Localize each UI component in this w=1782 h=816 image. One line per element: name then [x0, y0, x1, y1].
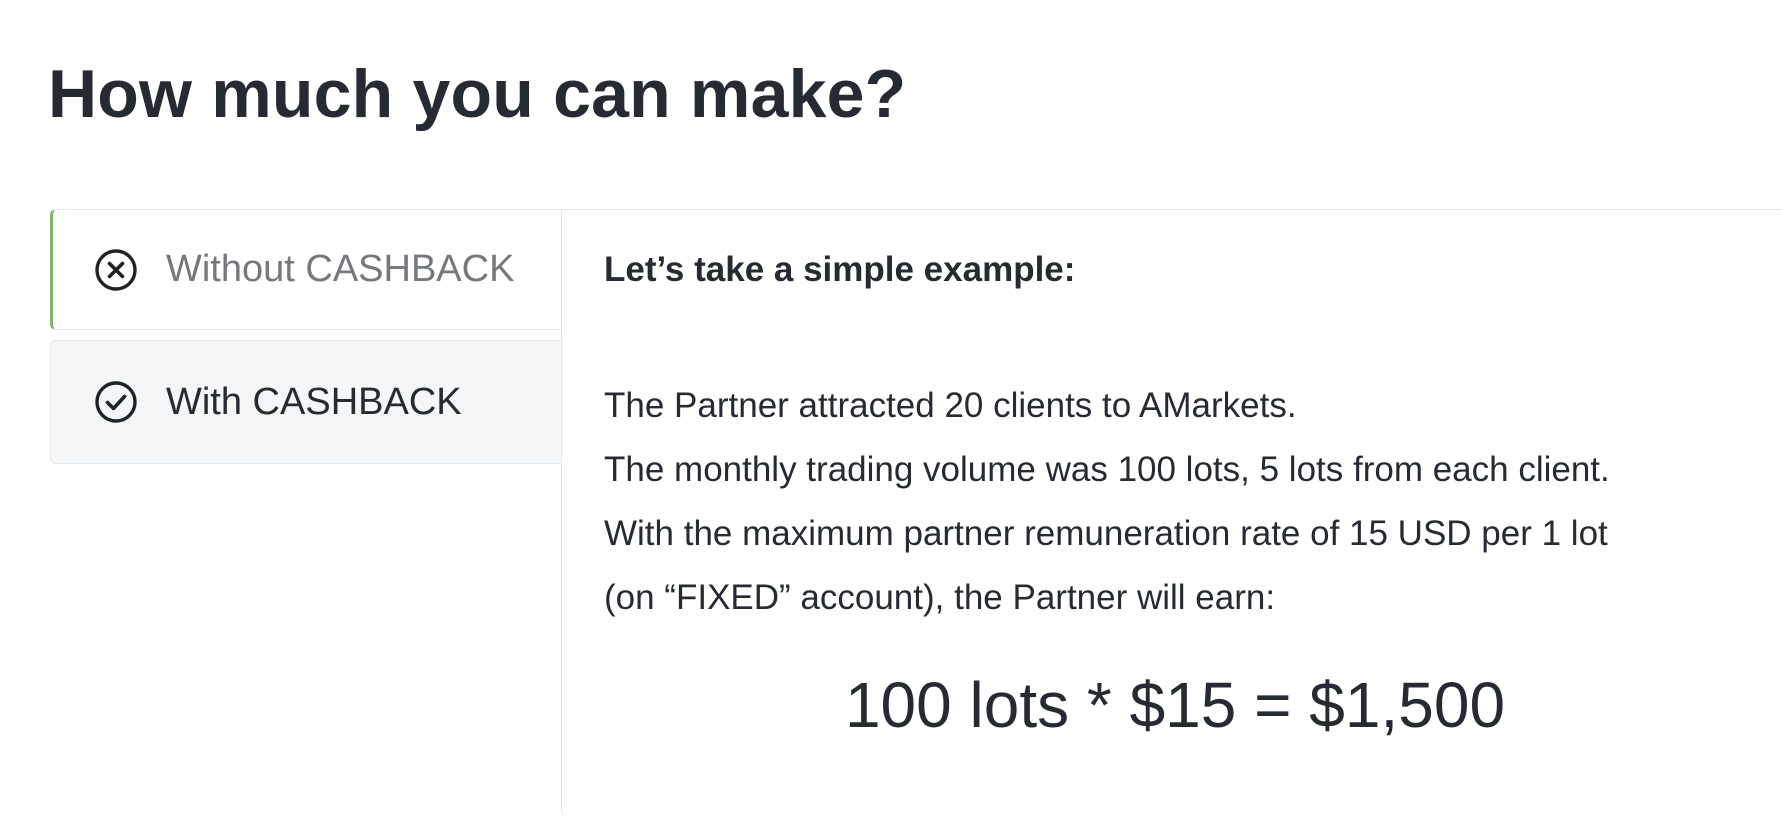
tab-without-cashback[interactable]: Without CASHBACK [50, 209, 562, 330]
example-line: With the maximum partner remuneration ra… [604, 514, 1608, 553]
example-description: The Partner attracted 20 clients to AMar… [604, 374, 1782, 630]
earnings-formula: 100 lots * $15 = $1,500 [844, 669, 1506, 741]
example-heading: Let’s take a simple example: [604, 250, 1076, 289]
check-circle-icon [94, 380, 138, 424]
tab-with-cashback[interactable]: With CASHBACK [50, 340, 562, 464]
example-line: (on “FIXED” account), the Partner will e… [604, 578, 1276, 617]
close-circle-icon [94, 248, 138, 292]
example-line: The monthly trading volume was 100 lots,… [604, 450, 1610, 489]
tab-content-panel: Let’s take a simple example: The Partner… [561, 209, 1782, 816]
tab-label: Without CASHBACK [166, 248, 515, 290]
example-line: The Partner attracted 20 clients to AMar… [604, 386, 1297, 425]
tab-label: With CASHBACK [166, 380, 462, 423]
page-title: How much you can make? [48, 56, 907, 132]
